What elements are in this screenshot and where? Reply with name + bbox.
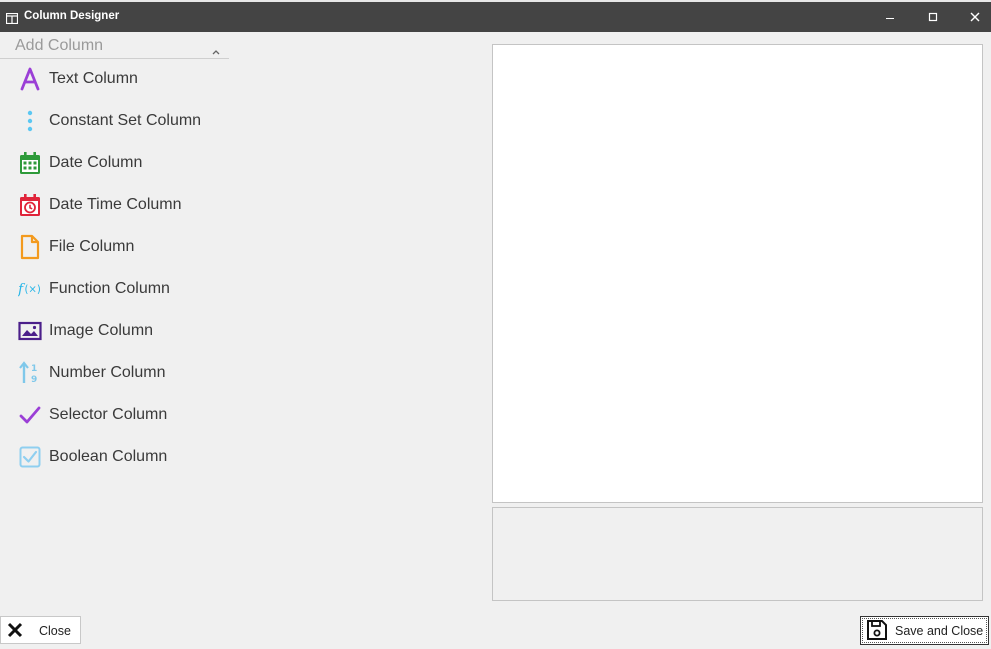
- column-item-date-time[interactable]: Date Time Column: [0, 185, 229, 227]
- save-disk-icon: [866, 619, 888, 646]
- svg-text:(×): (×): [24, 285, 40, 296]
- svg-text:1: 1: [31, 364, 37, 374]
- add-column-header[interactable]: Add Column: [0, 34, 229, 59]
- save-and-close-label: Save and Close: [895, 624, 984, 638]
- minimize-icon: [885, 12, 895, 22]
- column-item-number[interactable]: 19 Number Column: [0, 353, 229, 395]
- title-bar: Column Designer: [0, 0, 991, 32]
- file-icon: [18, 234, 42, 260]
- column-item-label: Number Column: [49, 364, 166, 381]
- column-item-label: Function Column: [49, 280, 170, 297]
- add-column-label: Add Column: [15, 37, 104, 54]
- column-item-label: Date Time Column: [49, 196, 182, 213]
- function-icon: f (×): [18, 277, 42, 301]
- maximize-button[interactable]: [912, 2, 954, 32]
- checkbox-icon: [18, 445, 42, 469]
- column-type-list: Text Column Constant Set Column Date Col…: [0, 59, 229, 479]
- close-button-label: Close: [39, 624, 71, 638]
- calendar-clock-icon: [18, 193, 42, 217]
- checkmark-icon: [18, 403, 42, 427]
- window-title: Column Designer: [24, 10, 120, 22]
- column-item-label: Constant Set Column: [49, 112, 202, 129]
- column-item-text[interactable]: Text Column: [0, 59, 229, 101]
- column-item-date[interactable]: Date Column: [0, 143, 229, 185]
- column-item-label: File Column: [49, 238, 135, 255]
- number-sort-icon: 19: [18, 361, 42, 385]
- maximize-icon: [928, 12, 938, 22]
- table-icon: [5, 11, 19, 25]
- text-a-icon: [18, 67, 42, 91]
- column-item-selector[interactable]: Selector Column: [0, 395, 229, 437]
- column-item-label: Boolean Column: [49, 448, 168, 465]
- column-item-label: Date Column: [49, 154, 143, 171]
- column-properties-panel[interactable]: [492, 507, 983, 601]
- column-item-label: Text Column: [49, 70, 138, 87]
- column-preview-panel[interactable]: [492, 44, 983, 503]
- window-close-button[interactable]: [954, 2, 991, 32]
- chevron-up-icon[interactable]: [211, 42, 221, 60]
- column-item-boolean[interactable]: Boolean Column: [0, 437, 229, 479]
- close-icon: [970, 12, 980, 22]
- minimize-button[interactable]: [869, 2, 911, 32]
- image-icon: [18, 319, 42, 343]
- column-item-image[interactable]: Image Column: [0, 311, 229, 353]
- close-button[interactable]: Close: [0, 616, 81, 644]
- column-item-file[interactable]: File Column: [0, 227, 229, 269]
- save-and-close-button[interactable]: Save and Close: [860, 616, 989, 645]
- svg-text:9: 9: [31, 375, 37, 385]
- close-x-icon: [7, 622, 23, 643]
- calendar-icon: [18, 151, 42, 175]
- column-item-constant-set[interactable]: Constant Set Column: [0, 101, 229, 143]
- column-item-label: Selector Column: [49, 406, 168, 423]
- vertical-dots-icon: [18, 109, 42, 133]
- column-item-function[interactable]: f (×) Function Column: [0, 269, 229, 311]
- column-item-label: Image Column: [49, 322, 154, 339]
